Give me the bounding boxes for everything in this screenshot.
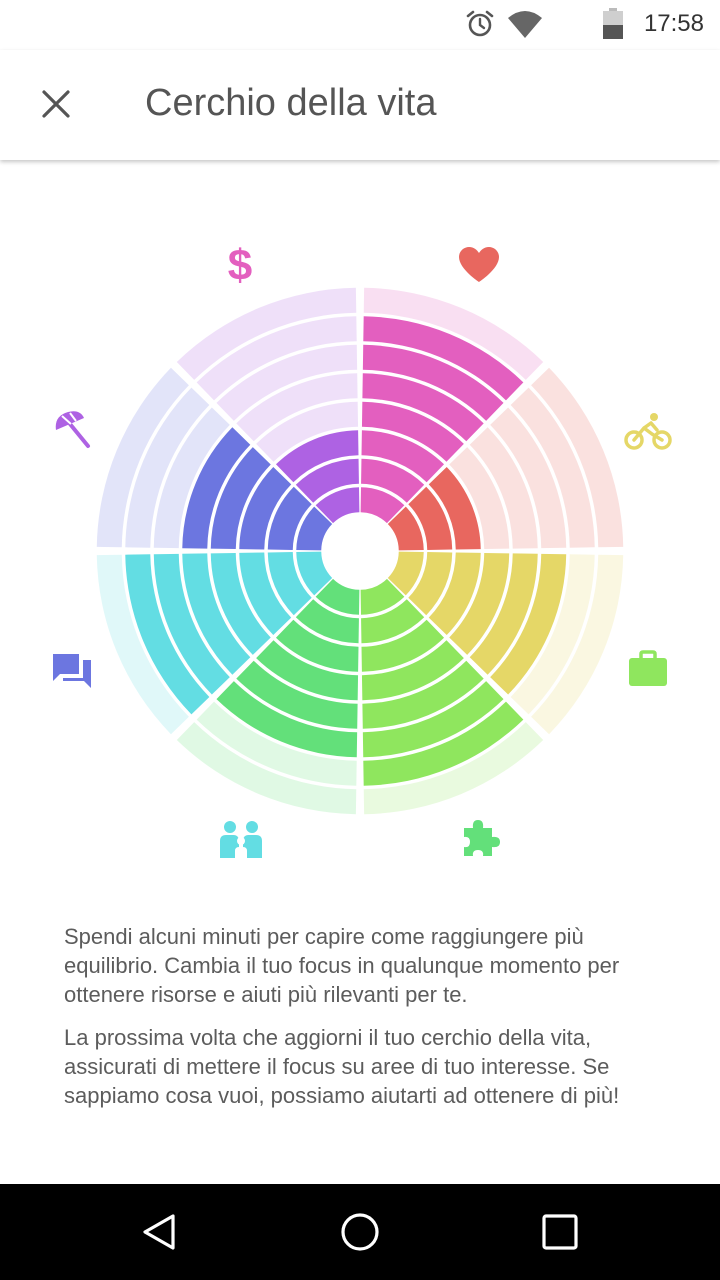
battery-icon (603, 8, 623, 39)
close-icon (42, 90, 70, 118)
life-wheel: $ (0, 160, 720, 890)
family-icon[interactable] (219, 820, 263, 860)
alarm-icon (466, 10, 494, 37)
close-button[interactable] (24, 72, 88, 136)
page-title: Cerchio della vita (145, 82, 437, 124)
navigation-bar (0, 1184, 720, 1280)
bicycle-icon[interactable] (624, 410, 672, 452)
chat-icon[interactable] (52, 652, 92, 690)
wifi-icon (508, 11, 542, 38)
heart-icon[interactable] (458, 246, 500, 284)
description: Spendi alcuni minuti per capire come rag… (64, 922, 664, 1124)
status-bar: 17:58 (0, 0, 720, 50)
wheel-chart (96, 287, 624, 815)
svg-text:$: $ (228, 242, 252, 286)
description-paragraph-1: Spendi alcuni minuti per capire come rag… (64, 924, 620, 1007)
dollar-icon[interactable]: $ (222, 242, 258, 286)
back-icon (143, 1214, 175, 1250)
recents-icon (542, 1214, 578, 1250)
status-time: 17:58 (643, 10, 704, 37)
puzzle-icon[interactable] (460, 818, 502, 860)
home-button[interactable] (330, 1202, 390, 1262)
back-button[interactable] (130, 1202, 190, 1262)
description-paragraph-2: La prossima volta che aggiorni il tuo ce… (64, 1025, 620, 1108)
briefcase-icon[interactable] (628, 650, 668, 688)
home-icon (341, 1213, 379, 1251)
umbrella-icon[interactable] (52, 410, 92, 450)
recents-button[interactable] (530, 1202, 590, 1262)
app-bar: Cerchio della vita (0, 50, 720, 160)
